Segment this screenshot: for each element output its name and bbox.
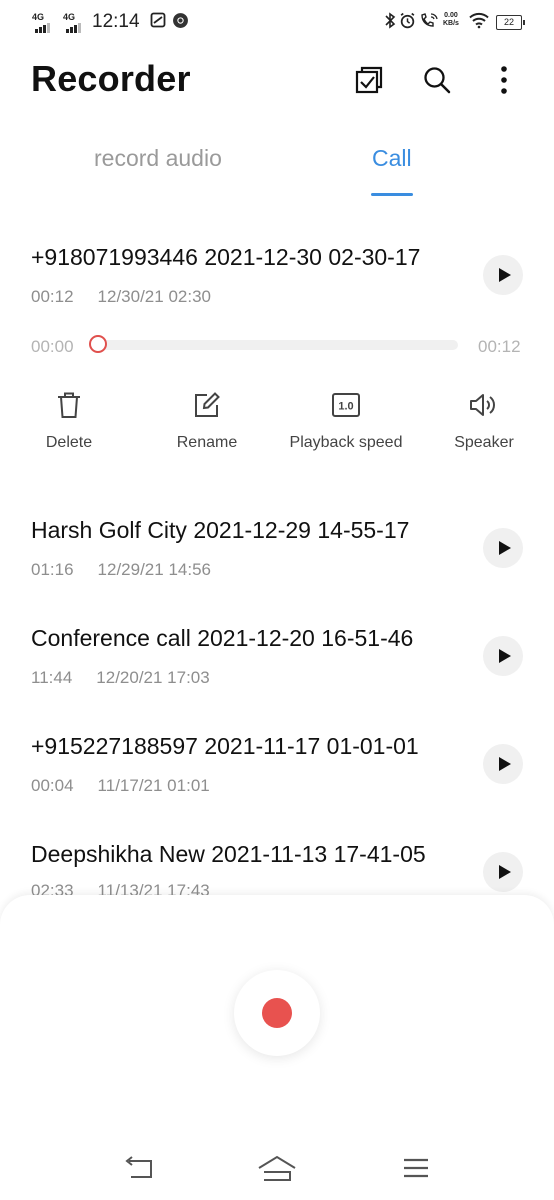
playback-speed-button[interactable]: 1.0 Playback speed — [286, 390, 406, 452]
net-speed-value: 0.00 — [444, 12, 458, 19]
speaker-icon — [424, 390, 544, 420]
bluetooth-icon — [384, 12, 396, 34]
play-button[interactable] — [483, 636, 523, 676]
play-button[interactable] — [483, 744, 523, 784]
recording-title[interactable]: +918071993446 2021-12-30 02-30-17 — [31, 244, 420, 271]
more-vert-icon[interactable] — [487, 62, 521, 98]
network-type-2: 4G — [63, 12, 76, 22]
play-icon — [498, 541, 511, 555]
trash-icon — [9, 390, 129, 420]
recording-title: Deepshikha New 2021-11-13 17-41-05 — [31, 841, 426, 867]
wifi-calling-icon — [419, 12, 439, 34]
tab-indicator — [371, 193, 413, 196]
edit-icon — [147, 390, 267, 420]
recents-menu-icon[interactable] — [396, 1150, 436, 1186]
battery-icon: 22 — [496, 15, 525, 30]
speed-value-text: 1.0 — [338, 401, 353, 413]
search-icon[interactable] — [420, 62, 454, 98]
tab-call[interactable]: Call — [372, 145, 412, 172]
speaker-button[interactable]: Speaker — [424, 390, 544, 452]
net-speed-unit: KB/s — [443, 20, 459, 27]
recording-date: 12/20/21 17:03 — [96, 668, 210, 687]
list-item[interactable]: Harsh Golf City 2021-12-29 14-55-17 01:1… — [0, 500, 554, 608]
recording-date: 12/30/21 02:30 — [97, 287, 211, 306]
screenshot-icon — [150, 12, 166, 33]
recording-meta: 01:16 12/29/21 14:56 — [31, 560, 211, 580]
recording-title: Harsh Golf City 2021-12-29 14-55-17 — [31, 517, 410, 543]
status-time: 12:14 — [92, 11, 140, 32]
speed-icon: 1.0 — [286, 390, 406, 420]
speaker-label: Speaker — [454, 434, 514, 451]
delete-label: Delete — [45, 434, 93, 451]
play-button[interactable] — [483, 528, 523, 568]
signal-icon-2 — [66, 23, 81, 33]
playback-slider[interactable] — [98, 340, 458, 350]
slider-handle[interactable] — [89, 335, 107, 353]
recording-duration: 00:12 — [31, 287, 74, 306]
record-icon — [262, 998, 292, 1028]
play-icon — [498, 757, 511, 771]
signal-icon-1 — [35, 23, 50, 33]
wifi-icon — [469, 12, 489, 34]
recording-duration: 01:16 — [31, 560, 74, 579]
checkbox-select-icon[interactable] — [352, 62, 386, 98]
back-icon[interactable] — [118, 1150, 158, 1186]
network-type-1: 4G — [32, 12, 45, 22]
chrome-icon — [172, 12, 189, 34]
recording-title: +915227188597 2021-11-17 01-01-01 — [31, 733, 419, 759]
network-speed: 0.00 KB/s — [443, 12, 459, 28]
playback-speed-label: Playback speed — [289, 434, 403, 451]
delete-button[interactable]: Delete — [9, 390, 129, 452]
recording-meta: 00:12 12/30/21 02:30 — [31, 287, 211, 307]
recording-date: 11/17/21 01:01 — [97, 776, 210, 795]
recording-duration: 00:04 — [31, 776, 74, 795]
recording-meta: 00:04 11/17/21 01:01 — [31, 776, 210, 796]
play-button[interactable] — [483, 255, 523, 295]
play-icon — [498, 865, 511, 879]
recording-duration: 11:44 — [31, 668, 73, 687]
recording-title: Conference call 2021-12-20 16-51-46 — [31, 625, 414, 651]
playback-total: 00:12 — [478, 337, 521, 356]
home-icon[interactable] — [257, 1150, 297, 1186]
recording-meta: 11:44 12/20/21 17:03 — [31, 668, 210, 688]
list-item[interactable]: Conference call 2021-12-20 16-51-46 11:4… — [0, 608, 554, 716]
list-item[interactable]: +915227188597 2021-11-17 01-01-01 00:04 1… — [0, 716, 554, 824]
play-icon — [498, 268, 511, 282]
app-title: Recorder — [31, 58, 191, 99]
playback-position: 00:00 — [31, 337, 74, 356]
play-button[interactable] — [483, 852, 523, 892]
rename-button[interactable]: Rename — [147, 390, 267, 452]
record-button[interactable] — [234, 970, 320, 1056]
rename-label: Rename — [176, 434, 238, 451]
play-icon — [498, 649, 511, 663]
status-bar: 4G 4G 12:14 0.00 KB/s 22 — [0, 0, 554, 44]
recording-date: 12/29/21 14:56 — [97, 560, 211, 579]
tab-record-audio[interactable]: record audio — [94, 145, 222, 172]
alarm-icon — [399, 12, 416, 34]
